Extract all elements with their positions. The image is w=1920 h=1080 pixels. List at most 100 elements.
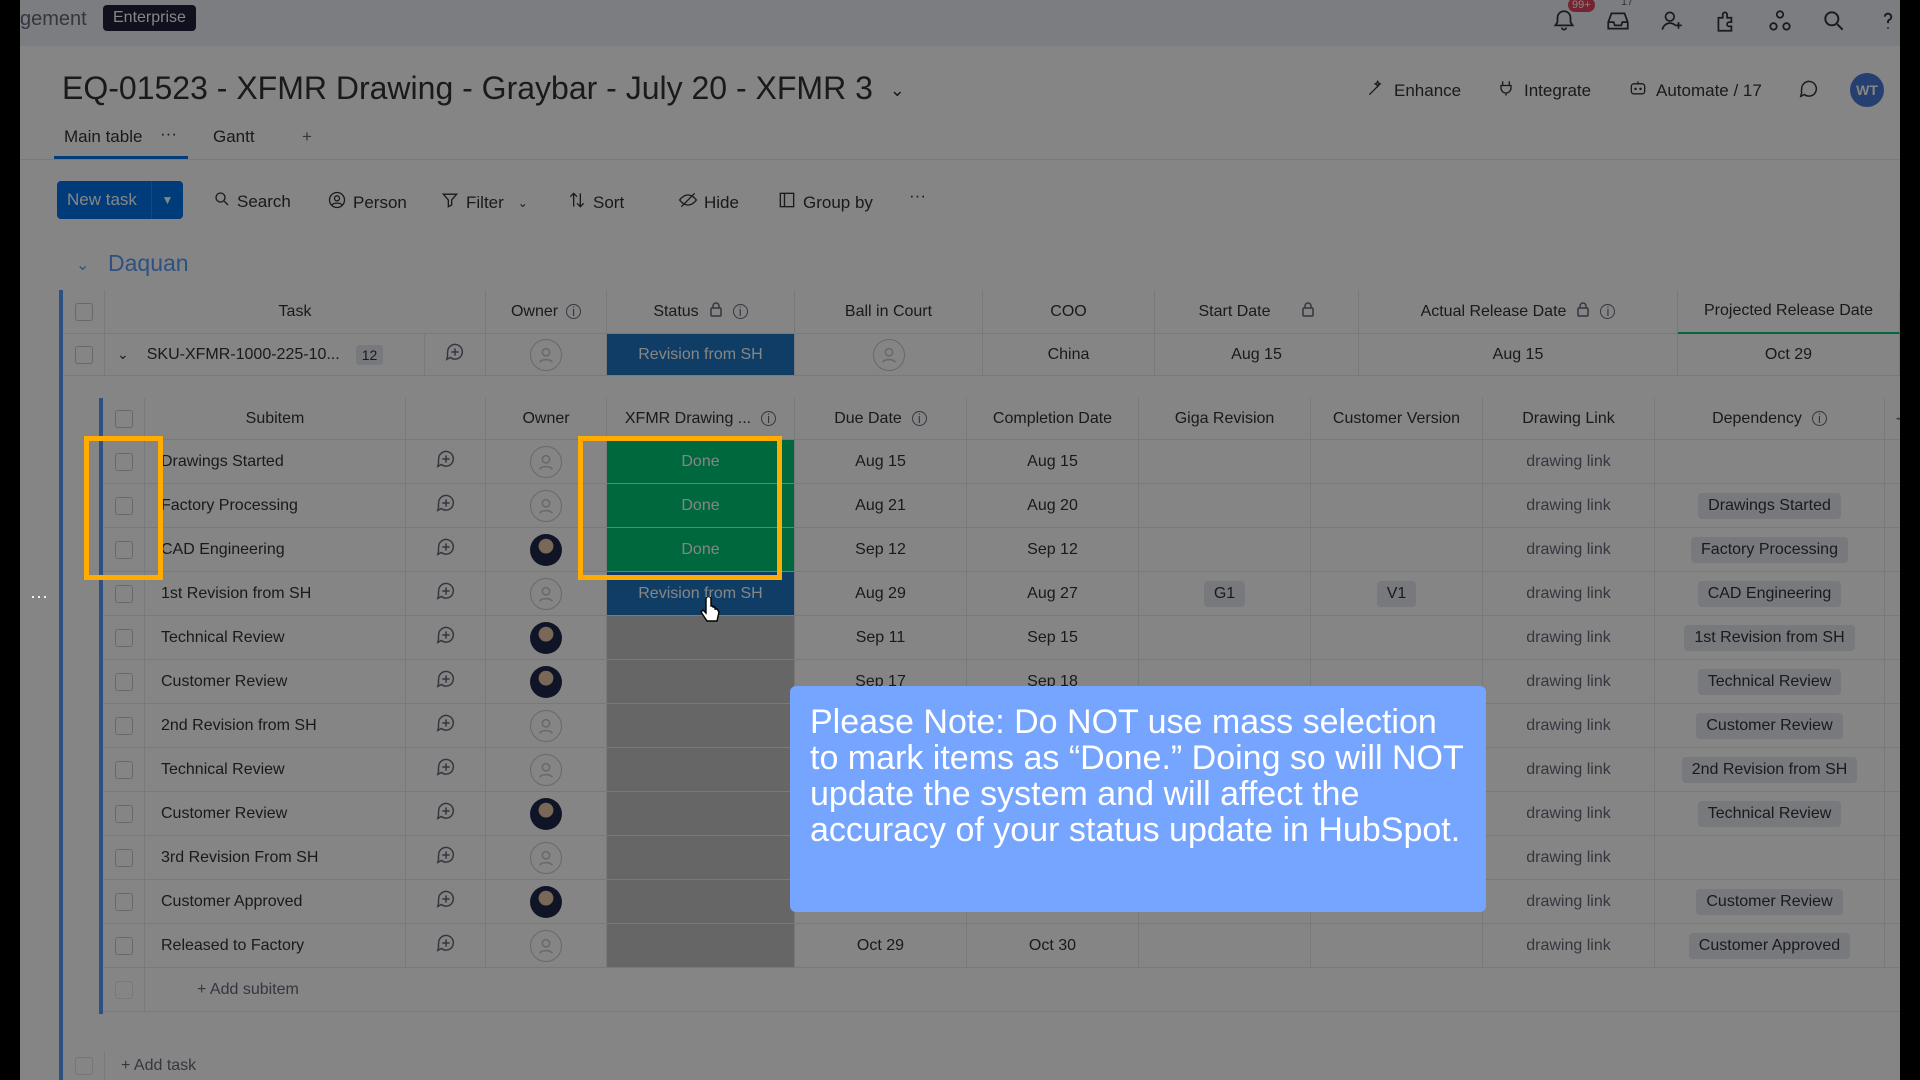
subitem-drawing-link[interactable]: drawing link	[1483, 572, 1655, 616]
chevron-down-icon[interactable]: ⌄	[890, 80, 905, 100]
column-header-status[interactable]: Status i	[607, 290, 795, 334]
expand-subitems-icon[interactable]: ⌄	[117, 346, 129, 363]
dependency-tag[interactable]: Technical Review	[1697, 800, 1842, 827]
drawing-link[interactable]: drawing link	[1526, 937, 1610, 955]
subitem-checkbox[interactable]	[114, 584, 133, 603]
info-icon[interactable]: i	[732, 304, 748, 319]
hide-button[interactable]: Hide	[678, 190, 739, 215]
item-owner-cell[interactable]	[486, 334, 607, 376]
drawing-link[interactable]: drawing link	[1526, 805, 1610, 823]
drawing-link[interactable]: drawing link	[1526, 453, 1610, 471]
subitem-name[interactable]: Released to Factory	[145, 924, 406, 968]
drawing-link[interactable]: drawing link	[1526, 849, 1610, 867]
subitem-drawing-link[interactable]: drawing link	[1483, 792, 1655, 836]
person-placeholder-icon[interactable]	[530, 577, 562, 610]
new-task-button[interactable]: New task ▼	[57, 181, 183, 219]
subitem-header-spacer[interactable]	[406, 398, 486, 440]
add-update-icon[interactable]	[435, 888, 457, 915]
subitem-completion-date[interactable]: Sep 15	[967, 616, 1139, 660]
drawing-link[interactable]: drawing link	[1526, 629, 1610, 647]
collapse-group-icon[interactable]: ⌄	[76, 255, 89, 275]
subitems-select-all-cell[interactable]	[103, 398, 145, 440]
add-update-icon[interactable]	[435, 580, 457, 607]
dependency-tag[interactable]: Customer Approved	[1688, 932, 1851, 959]
add-update-icon[interactable]	[435, 492, 457, 519]
subitem-column-header-subitem[interactable]: Subitem	[145, 398, 406, 440]
person-placeholder-icon[interactable]	[530, 489, 562, 522]
subitem-drawing-link[interactable]: drawing link	[1483, 748, 1655, 792]
subitem-due-date[interactable]: Aug 21	[795, 484, 967, 528]
person-filter-button[interactable]: Person	[327, 190, 407, 215]
subitem-due-date[interactable]: Aug 29	[795, 572, 967, 616]
subitem-owner-cell[interactable]	[486, 924, 607, 968]
subitem-customer-version[interactable]	[1311, 484, 1483, 528]
subitem-column-header-xfmr-drawing-status[interactable]: XFMR Drawing ... i	[607, 398, 795, 440]
add-update-icon[interactable]	[435, 668, 457, 695]
info-icon[interactable]: i	[911, 411, 927, 426]
subitem-updates-cell[interactable]	[406, 440, 486, 484]
dependency-tag[interactable]: 1st Revision from SH	[1684, 624, 1855, 651]
add-update-icon[interactable]	[435, 448, 457, 475]
subitem-status-cell[interactable]	[607, 660, 795, 704]
subitem-checkbox-cell[interactable]	[103, 792, 145, 836]
subitem-updates-cell[interactable]	[406, 660, 486, 704]
dependency-tag[interactable]: Factory Processing	[1691, 536, 1848, 563]
person-placeholder-icon[interactable]	[530, 709, 562, 742]
column-header-actual-release-date[interactable]: Actual Release Date i	[1359, 290, 1678, 334]
apps-icon[interactable]	[1713, 8, 1741, 36]
bell-icon[interactable]	[1551, 8, 1579, 36]
person-placeholder-icon[interactable]	[530, 753, 562, 786]
subitem-owner-cell[interactable]	[486, 660, 607, 704]
subitem-name[interactable]: Factory Processing	[145, 484, 406, 528]
subitem-customer-version[interactable]	[1311, 616, 1483, 660]
add-column-button[interactable]: +	[1885, 398, 1900, 440]
subitem-status-cell[interactable]	[607, 880, 795, 924]
item-updates-cell[interactable]	[425, 334, 486, 376]
subitem-completion-date[interactable]: Aug 15	[967, 440, 1139, 484]
subitem-checkbox[interactable]	[114, 716, 133, 735]
integrations-icon[interactable]	[1767, 8, 1795, 36]
subitem-giga-revision[interactable]: G1	[1139, 572, 1311, 616]
info-icon[interactable]: i	[1811, 411, 1827, 426]
subitem-checkbox-cell[interactable]	[103, 748, 145, 792]
subitem-drawing-link[interactable]: drawing link	[1483, 704, 1655, 748]
subitem-column-header-completion-date[interactable]: Completion Date	[967, 398, 1139, 440]
subitem-name[interactable]: Technical Review	[145, 616, 406, 660]
subitem-dependency[interactable]: CAD Engineering	[1655, 572, 1885, 616]
more-options-icon[interactable]: ···	[909, 186, 926, 206]
owner-avatar[interactable]	[530, 885, 562, 918]
automate-button[interactable]: Automate / 17	[1628, 78, 1762, 103]
subitem-name[interactable]: 1st Revision from SH	[145, 572, 406, 616]
search-button[interactable]: Search	[213, 190, 291, 213]
subitem-owner-cell[interactable]	[486, 792, 607, 836]
item-projected-release-date-cell[interactable]: Oct 29	[1678, 334, 1900, 376]
add-update-icon[interactable]	[435, 536, 457, 563]
subitem-giga-revision[interactable]	[1139, 484, 1311, 528]
subitem-checkbox-cell[interactable]	[103, 616, 145, 660]
subitem-dependency[interactable]	[1655, 440, 1885, 484]
subitem-checkbox-cell[interactable]	[103, 440, 145, 484]
subitem-dependency[interactable]: Drawings Started	[1655, 484, 1885, 528]
dependency-tag[interactable]: Customer Review	[1696, 888, 1843, 915]
subitem-customer-version[interactable]	[1311, 924, 1483, 968]
item-name-cell[interactable]: ⌄ SKU-XFMR-1000-225-10... 12	[105, 334, 425, 376]
subitem-drawing-link[interactable]: drawing link	[1483, 528, 1655, 572]
subitem-completion-date[interactable]: Oct 30	[967, 924, 1139, 968]
filter-button[interactable]: Filter ⌄	[440, 190, 528, 215]
item-ball-in-court-cell[interactable]	[795, 334, 983, 376]
subitem-completion-date[interactable]: Aug 20	[967, 484, 1139, 528]
subitem-drawing-link[interactable]: drawing link	[1483, 484, 1655, 528]
drawing-link[interactable]: drawing link	[1526, 761, 1610, 779]
subitem-checkbox-cell[interactable]	[103, 704, 145, 748]
subitem-updates-cell[interactable]	[406, 616, 486, 660]
subitem-updates-cell[interactable]	[406, 880, 486, 924]
subitem-customer-version[interactable]	[1311, 440, 1483, 484]
subitem-updates-cell[interactable]	[406, 792, 486, 836]
subitem-giga-revision[interactable]	[1139, 440, 1311, 484]
person-placeholder-icon[interactable]	[530, 445, 562, 478]
subitem-count-badge[interactable]: 12	[355, 344, 384, 365]
search-icon[interactable]	[1821, 8, 1849, 36]
info-icon[interactable]: i	[566, 304, 582, 319]
owner-avatar[interactable]	[530, 621, 562, 654]
subitem-owner-cell[interactable]	[486, 880, 607, 924]
